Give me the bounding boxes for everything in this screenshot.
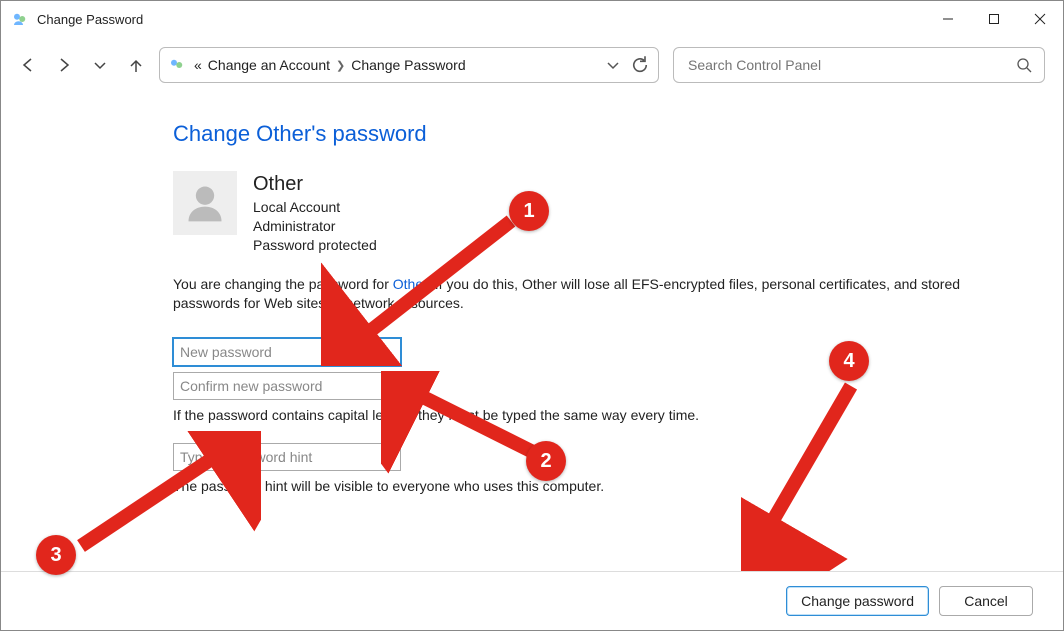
annotation-badge-3: 3 (36, 535, 76, 575)
window-title: Change Password (37, 12, 143, 27)
window: Change Password « Change an Account ❯ Ch… (0, 0, 1064, 631)
annotation-arrow-1 (321, 196, 541, 366)
bottom-bar: Change password Cancel (1, 571, 1063, 630)
user-block: Other Local Account Administrator Passwo… (173, 171, 1023, 255)
hint-note: The password hint will be visible to eve… (173, 477, 1023, 497)
titlebar-left: Change Password (11, 10, 143, 28)
recent-dropdown[interactable] (91, 56, 109, 74)
forward-button[interactable] (55, 56, 73, 74)
confirm-password-input[interactable] (173, 372, 401, 400)
back-button[interactable] (19, 56, 37, 74)
titlebar: Change Password (1, 1, 1063, 37)
avatar (173, 171, 237, 235)
annotation-arrow-3 (61, 431, 261, 561)
change-password-button[interactable]: Change password (786, 586, 929, 616)
breadcrumb-item-1[interactable]: Change an Account (208, 57, 330, 73)
breadcrumb-icon (168, 56, 186, 74)
minimize-button[interactable] (925, 1, 971, 37)
nav-buttons (19, 56, 145, 74)
warning-text: You are changing the password for Other.… (173, 275, 1023, 314)
up-button[interactable] (127, 56, 145, 74)
cancel-button[interactable]: Cancel (939, 586, 1033, 616)
breadcrumb-separator-icon: ❯ (336, 59, 345, 72)
caps-note: If the password contains capital letters… (173, 406, 1023, 426)
search-icon[interactable] (1016, 57, 1032, 73)
address-dropdown-icon[interactable] (604, 56, 622, 74)
search-input[interactable] (686, 56, 1016, 74)
window-controls (925, 1, 1063, 37)
app-icon (11, 10, 29, 28)
maximize-button[interactable] (971, 1, 1017, 37)
breadcrumb-item-2[interactable]: Change Password (351, 57, 465, 73)
annotation-arrow-4 (741, 371, 881, 571)
nav-row: « Change an Account ❯ Change Password (1, 37, 1063, 101)
breadcrumb: « Change an Account ❯ Change Password (194, 57, 596, 73)
close-button[interactable] (1017, 1, 1063, 37)
annotation-badge-2: 2 (526, 441, 566, 481)
page-title: Change Other's password (173, 121, 1023, 147)
annotation-badge-1: 1 (509, 191, 549, 231)
user-name: Other (253, 171, 377, 198)
address-bar[interactable]: « Change an Account ❯ Change Password (159, 47, 659, 83)
refresh-button[interactable] (630, 55, 650, 75)
search-box[interactable] (673, 47, 1045, 83)
annotation-badge-4: 4 (829, 341, 869, 381)
breadcrumb-prefix: « (194, 57, 202, 73)
